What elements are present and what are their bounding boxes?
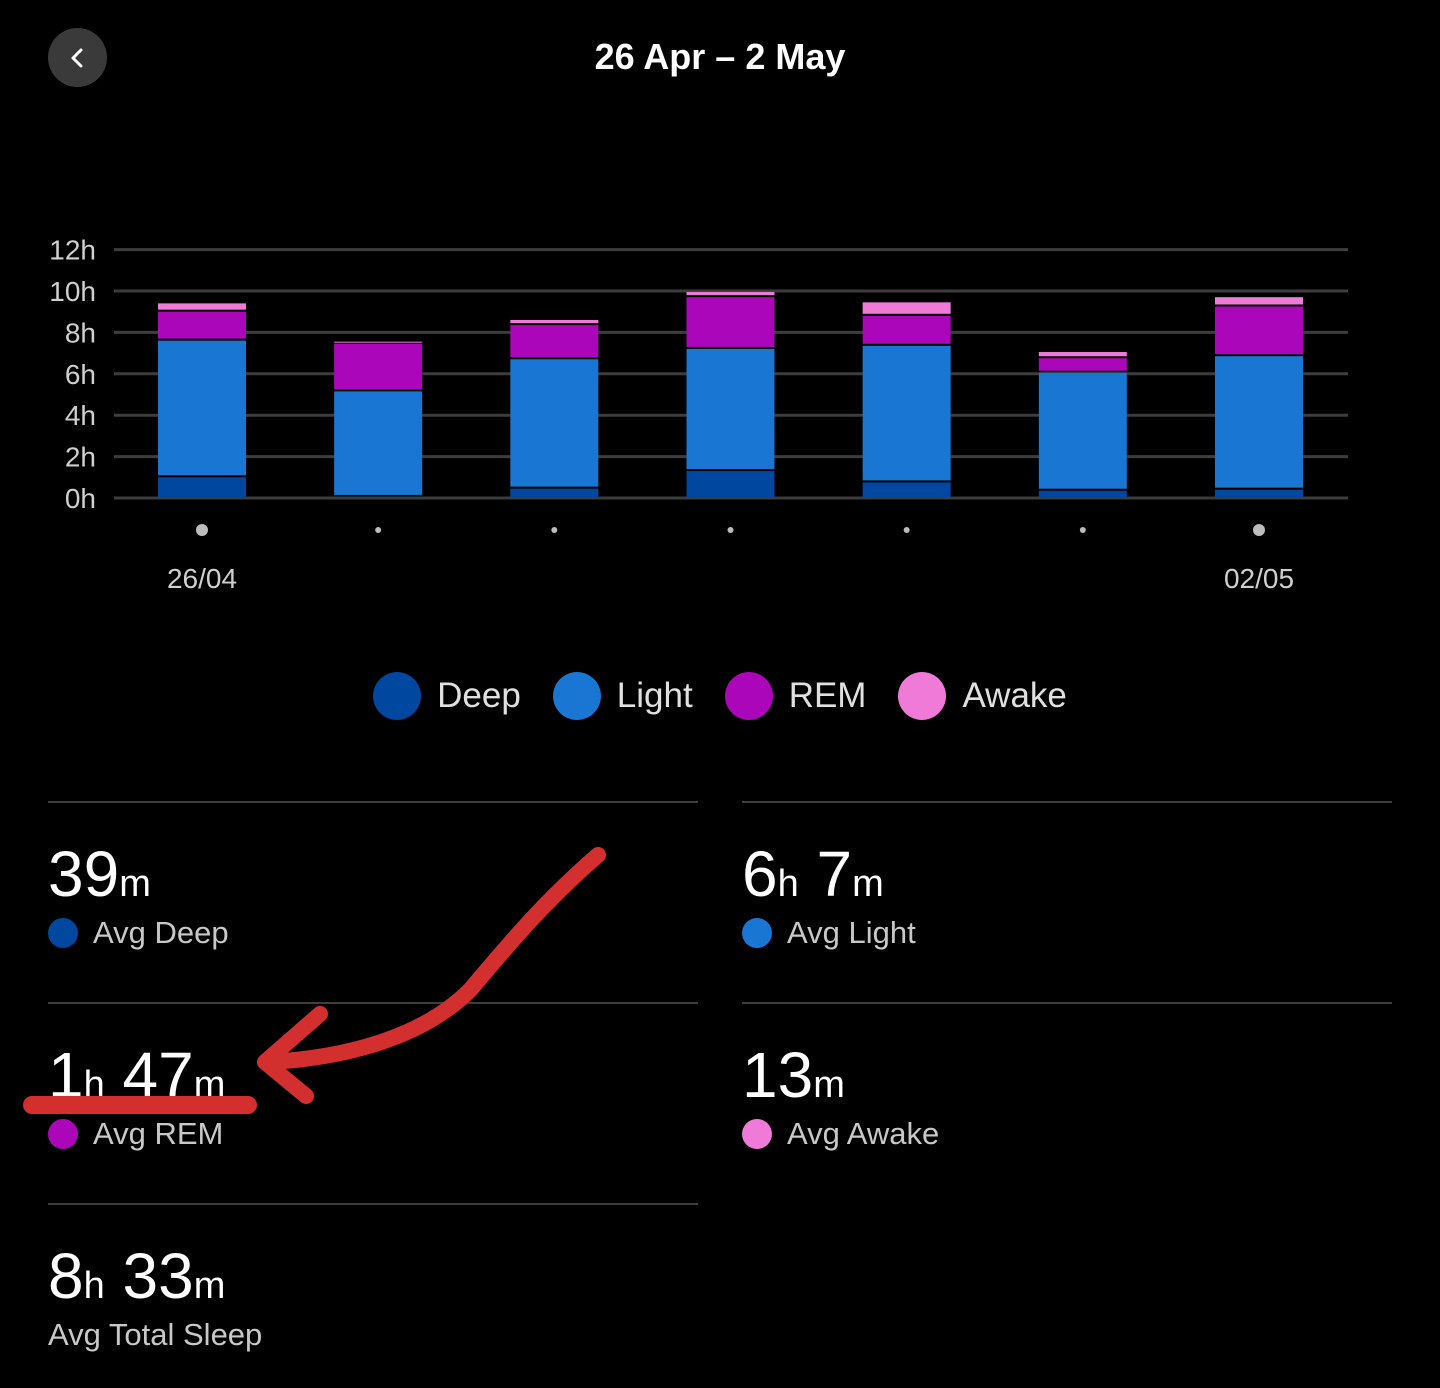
legend-label: Light xyxy=(616,676,693,715)
bar-awake[interactable] xyxy=(862,302,951,314)
stat-number: 7 xyxy=(798,838,853,910)
legend-item-rem: REM xyxy=(724,672,867,720)
y-tick-label: 12h xyxy=(49,235,96,266)
legend-dot-icon xyxy=(724,672,773,720)
bar-light[interactable] xyxy=(510,359,599,487)
y-tick-label: 6h xyxy=(65,359,96,390)
bar-rem[interactable] xyxy=(510,325,599,358)
stat-number: 47 xyxy=(104,1039,194,1111)
stat-value: 6h 7m xyxy=(742,837,884,911)
legend-item-light: Light xyxy=(552,672,693,720)
bar-rem[interactable] xyxy=(1038,358,1127,371)
stat-label: Avg Deep xyxy=(93,915,229,950)
bar-light[interactable] xyxy=(686,348,775,470)
bar-light[interactable] xyxy=(334,391,423,495)
x-tick-label: 26/04 xyxy=(167,563,237,594)
stat-value: 8h 33m xyxy=(48,1239,225,1313)
day-marker xyxy=(196,524,208,536)
legend-dot-icon xyxy=(373,672,422,720)
day-marker xyxy=(1079,527,1086,533)
legend-item-deep: Deep xyxy=(373,672,521,720)
bar-deep[interactable] xyxy=(1038,490,1127,497)
bar-deep[interactable] xyxy=(862,482,951,497)
stat-unit: h xyxy=(777,863,799,905)
bar-deep[interactable] xyxy=(158,477,246,497)
day-marker xyxy=(903,527,910,533)
stat-number: 6 xyxy=(742,838,778,910)
sleep-stages-chart: 0h 2h 4h 6h 8h 10h 12h 26/04 02/05 xyxy=(49,235,1348,594)
stat-avg-light: 6h 7m Avg Light xyxy=(742,801,1392,950)
bar-deep[interactable] xyxy=(510,488,599,497)
y-tick-label: 4h xyxy=(65,400,96,431)
stat-number: 1 xyxy=(48,1039,84,1111)
bar-awake[interactable] xyxy=(1038,352,1127,357)
stat-number: 8 xyxy=(48,1240,84,1312)
stat-unit: h xyxy=(83,1265,105,1307)
bar-light[interactable] xyxy=(1215,356,1303,488)
bar-light[interactable] xyxy=(862,345,951,481)
legend-label: Awake xyxy=(962,676,1067,715)
bar-rem[interactable] xyxy=(1215,306,1303,355)
stat-avg-total-sleep: 8h 33m Avg Total Sleep xyxy=(48,1203,698,1352)
stat-dot-icon xyxy=(742,918,772,948)
bar-deep[interactable] xyxy=(1215,489,1303,497)
stat-dot-icon xyxy=(742,1119,772,1149)
stat-avg-awake: 13m Avg Awake xyxy=(742,1002,1392,1151)
bar-awake[interactable] xyxy=(334,341,423,343)
stat-label: Avg Awake xyxy=(787,1116,940,1151)
stat-label: Avg Total Sleep xyxy=(48,1317,263,1352)
legend-label: REM xyxy=(788,676,867,715)
y-tick-label: 8h xyxy=(65,317,96,348)
stat-unit: m xyxy=(193,1265,226,1307)
stat-value: 13m xyxy=(742,1038,845,1112)
day-marker xyxy=(375,527,382,533)
stat-number: 13 xyxy=(742,1039,814,1111)
y-tick-label: 2h xyxy=(65,442,96,473)
y-tick-label: 0h xyxy=(65,483,96,514)
day-marker xyxy=(551,527,558,533)
stat-dot-icon xyxy=(48,1119,78,1149)
stat-label: Avg REM xyxy=(93,1116,224,1151)
day-marker xyxy=(727,527,734,533)
bar-awake[interactable] xyxy=(510,319,599,324)
bar-deep[interactable] xyxy=(686,471,775,497)
bar-rem[interactable] xyxy=(158,311,246,339)
stat-unit: m xyxy=(852,863,884,905)
bar-light[interactable] xyxy=(1038,372,1127,489)
bar-awake[interactable] xyxy=(1215,297,1303,305)
x-tick-label: 02/05 xyxy=(1224,563,1294,594)
stat-unit: m xyxy=(813,1064,845,1106)
bar-light[interactable] xyxy=(158,340,246,476)
stat-avg-deep: 39m Avg Deep xyxy=(48,801,698,950)
bar-rem[interactable] xyxy=(862,315,951,344)
stat-label: Avg Light xyxy=(787,915,916,950)
bar-awake[interactable] xyxy=(686,292,775,296)
day-marker xyxy=(1253,524,1265,536)
stat-value: 39m xyxy=(48,837,151,911)
bar-rem[interactable] xyxy=(686,297,775,347)
legend-label: Deep xyxy=(437,676,521,715)
stat-avg-rem: 1h 47m Avg REM xyxy=(48,1002,698,1151)
bar-deep[interactable] xyxy=(334,496,423,498)
stat-dot-icon xyxy=(48,918,78,948)
chart-legend: Deep Light REM Awake xyxy=(0,672,1440,720)
stat-number: 39 xyxy=(48,838,120,910)
legend-item-awake: Awake xyxy=(898,672,1067,720)
stat-value: 1h 47m xyxy=(48,1038,225,1112)
stat-unit: m xyxy=(119,863,151,905)
page-title: 26 Apr – 2 May xyxy=(594,36,846,77)
legend-dot-icon xyxy=(898,672,947,720)
stat-unit: m xyxy=(193,1064,226,1106)
bar-rem[interactable] xyxy=(334,343,423,390)
stat-unit: h xyxy=(83,1064,105,1106)
y-tick-label: 10h xyxy=(49,276,96,307)
bar-awake[interactable] xyxy=(158,303,246,310)
legend-dot-icon xyxy=(552,672,601,720)
stat-number: 33 xyxy=(104,1240,194,1312)
